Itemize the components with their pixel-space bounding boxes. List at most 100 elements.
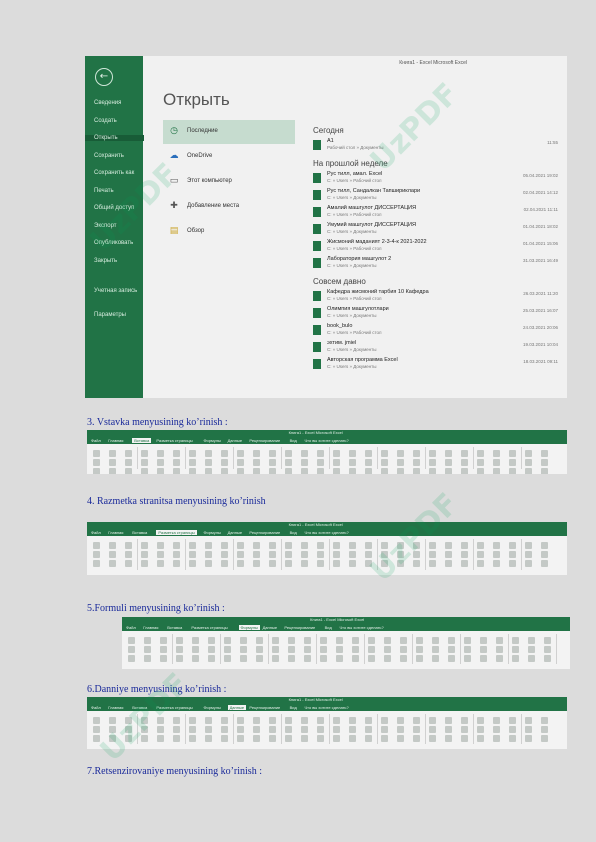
ribbon-tool-icon[interactable] — [221, 735, 228, 742]
recent-file[interactable]: Олимпия машгулотлари C: » Users » Докумен… — [313, 306, 558, 322]
ribbon-tool-icon[interactable] — [541, 560, 548, 567]
ribbon-tool-icon[interactable] — [365, 726, 372, 733]
ribbon-tool-icon[interactable] — [160, 655, 167, 662]
ribbon-tool-icon[interactable] — [464, 637, 471, 644]
ribbon-tool-icon[interactable] — [288, 646, 295, 653]
ribbon-tool-icon[interactable] — [224, 637, 231, 644]
ribbon-tool-icon[interactable] — [317, 459, 324, 466]
ribbon-tool-icon[interactable] — [317, 560, 324, 567]
ribbon-tool-icon[interactable] — [205, 735, 212, 742]
ribbon-tool-icon[interactable] — [237, 717, 244, 724]
ribbon-tool-icon[interactable] — [301, 726, 308, 733]
ribbon-tool-icon[interactable] — [205, 551, 212, 558]
ribbon-tool-icon[interactable] — [432, 655, 439, 662]
ribbon-tool-icon[interactable] — [128, 655, 135, 662]
ribbon-tool-icon[interactable] — [125, 468, 132, 474]
ribbon-tool-icon[interactable] — [93, 542, 100, 549]
ribbon-tool-icon[interactable] — [141, 542, 148, 549]
ribbon-tool-icon[interactable] — [205, 717, 212, 724]
ribbon-tool-icon[interactable] — [397, 735, 404, 742]
ribbon-tool-icon[interactable] — [365, 717, 372, 724]
ribbon-tool-icon[interactable] — [301, 468, 308, 474]
ribbon-tool-icon[interactable] — [269, 542, 276, 549]
sidebar-item[interactable]: Сведения — [94, 100, 121, 106]
recent-file[interactable]: Лаборатория машгулот 2 C: » Users » Докум… — [313, 256, 558, 272]
recent-file[interactable]: Амалий машгулот ДИССЕРТАЦИЯ C: » Users » … — [313, 205, 558, 221]
ribbon-tool-icon[interactable] — [493, 560, 500, 567]
ribbon-tool-icon[interactable] — [237, 551, 244, 558]
ribbon-tool-icon[interactable] — [125, 551, 132, 558]
recent-file[interactable]: book_bulo C: » Users » Рабочий стол 24.03.… — [313, 323, 558, 339]
ribbon-tool-icon[interactable] — [141, 459, 148, 466]
ribbon-tool-icon[interactable] — [109, 542, 116, 549]
ribbon-tool-icon[interactable] — [109, 560, 116, 567]
sidebar-item[interactable]: Печать — [94, 188, 114, 194]
recent-file[interactable]: A1 Рабочий стол » Документы 11:55 — [313, 138, 558, 154]
ribbon-tool-icon[interactable] — [205, 726, 212, 733]
ribbon-tool-icon[interactable] — [525, 450, 532, 457]
ribbon-tool-icon[interactable] — [400, 637, 407, 644]
ribbon-tool-icon[interactable] — [125, 459, 132, 466]
ribbon-tool-icon[interactable] — [285, 551, 292, 558]
ribbon-tool-icon[interactable] — [141, 450, 148, 457]
ribbon-tool-icon[interactable] — [189, 726, 196, 733]
ribbon-tool-icon[interactable] — [493, 459, 500, 466]
ribbon-tool-icon[interactable] — [445, 468, 452, 474]
ribbon-tool-icon[interactable] — [304, 646, 311, 653]
ribbon-tool-icon[interactable] — [365, 468, 372, 474]
ribbon-tool-icon[interactable] — [240, 655, 247, 662]
ribbon-tool-icon[interactable] — [445, 735, 452, 742]
ribbon-tool-icon[interactable] — [525, 542, 532, 549]
ribbon-tab[interactable]: Вставка — [132, 530, 147, 535]
ribbon-tool-icon[interactable] — [333, 459, 340, 466]
ribbon-tool-icon[interactable] — [144, 646, 151, 653]
ribbon-tab[interactable]: Разметка страницы — [156, 438, 192, 443]
ribbon-tool-icon[interactable] — [317, 726, 324, 733]
ribbon-tool-icon[interactable] — [189, 459, 196, 466]
ribbon-tab[interactable]: Вставка — [132, 438, 152, 443]
ribbon-tool-icon[interactable] — [205, 459, 212, 466]
ribbon-tool-icon[interactable] — [157, 450, 164, 457]
sidebar-item[interactable]: Параметры — [94, 312, 126, 318]
ribbon-tool-icon[interactable] — [509, 726, 516, 733]
place-item[interactable]: ▤ Обзор — [163, 220, 295, 244]
ribbon-tab[interactable]: Файл — [91, 530, 101, 535]
ribbon-tool-icon[interactable] — [109, 468, 116, 474]
ribbon-tool-icon[interactable] — [496, 655, 503, 662]
ribbon-tool-icon[interactable] — [173, 726, 180, 733]
ribbon-tab[interactable]: Рецензирование — [249, 438, 280, 443]
ribbon-tool-icon[interactable] — [381, 717, 388, 724]
ribbon-tool-icon[interactable] — [461, 551, 468, 558]
ribbon-tool-icon[interactable] — [237, 560, 244, 567]
ribbon-tool-icon[interactable] — [384, 646, 391, 653]
ribbon-tool-icon[interactable] — [384, 637, 391, 644]
ribbon-tool-icon[interactable] — [413, 450, 420, 457]
ribbon-tool-icon[interactable] — [93, 717, 100, 724]
ribbon-tool-icon[interactable] — [368, 655, 375, 662]
ribbon-tool-icon[interactable] — [477, 468, 484, 474]
ribbon-tool-icon[interactable] — [512, 637, 519, 644]
ribbon-tool-icon[interactable] — [221, 468, 228, 474]
ribbon-tool-icon[interactable] — [493, 468, 500, 474]
ribbon-tool-icon[interactable] — [269, 459, 276, 466]
ribbon-tool-icon[interactable] — [445, 459, 452, 466]
ribbon-tool-icon[interactable] — [317, 717, 324, 724]
ribbon-tab[interactable]: Формулы — [238, 625, 260, 630]
ribbon-tool-icon[interactable] — [141, 551, 148, 558]
ribbon-tool-icon[interactable] — [253, 551, 260, 558]
ribbon-tool-icon[interactable] — [477, 735, 484, 742]
ribbon-tool-icon[interactable] — [509, 560, 516, 567]
ribbon-tool-icon[interactable] — [256, 637, 263, 644]
ribbon-tool-icon[interactable] — [336, 655, 343, 662]
ribbon-tool-icon[interactable] — [544, 637, 551, 644]
ribbon-tool-icon[interactable] — [544, 646, 551, 653]
ribbon-tool-icon[interactable] — [429, 450, 436, 457]
ribbon-tab[interactable]: Рецензирование — [284, 625, 315, 630]
sidebar-item[interactable]: Сохранить как — [94, 170, 134, 176]
ribbon-tool-icon[interactable] — [269, 560, 276, 567]
ribbon-tab[interactable]: Что вы хотите сделать? — [340, 625, 384, 630]
ribbon-tool-icon[interactable] — [192, 646, 199, 653]
ribbon-tool-icon[interactable] — [269, 551, 276, 558]
ribbon-tool-icon[interactable] — [141, 560, 148, 567]
ribbon-tool-icon[interactable] — [445, 551, 452, 558]
